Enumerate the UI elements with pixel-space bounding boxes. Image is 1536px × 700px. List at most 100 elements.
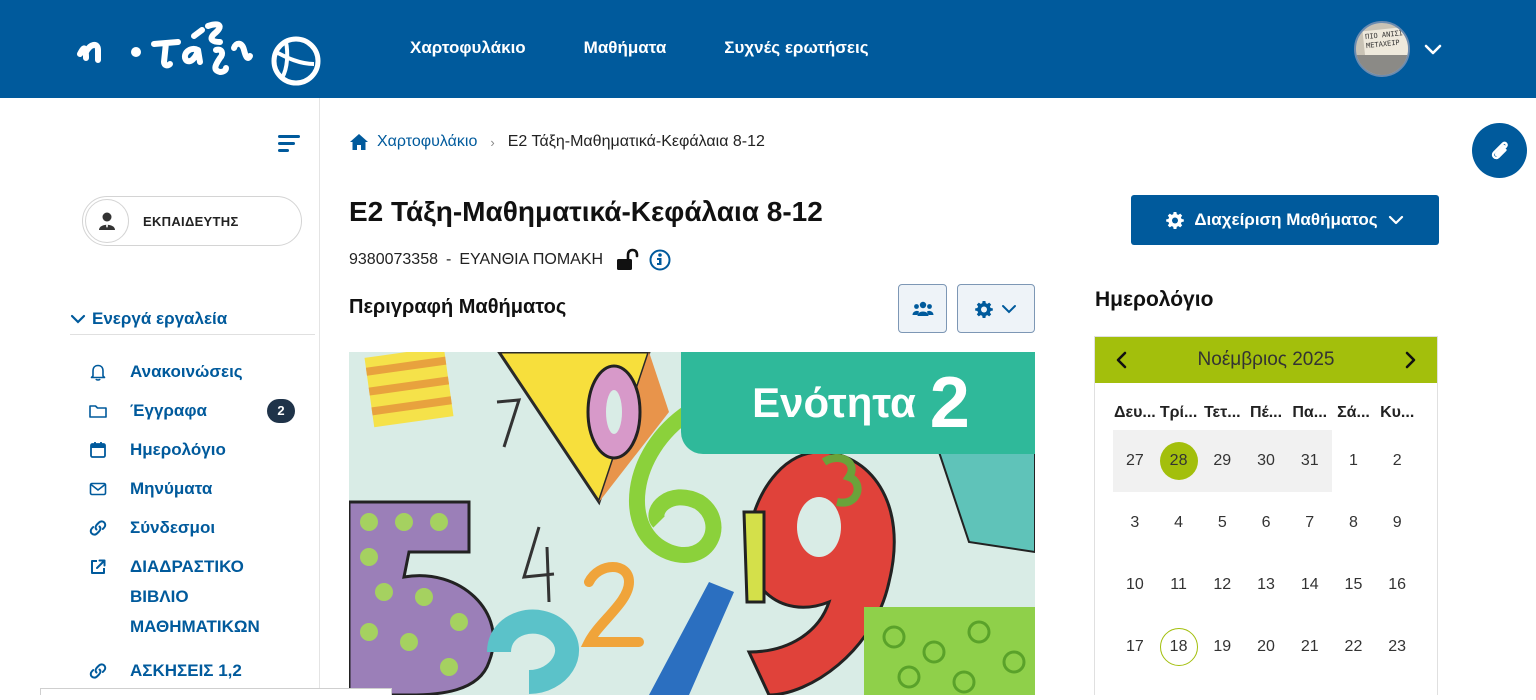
decor-green-block: [864, 607, 1035, 695]
nav-courses[interactable]: Μαθήματα: [584, 38, 667, 58]
calendar-day-number: 14: [1300, 576, 1319, 593]
calendar-day[interactable]: 16: [1375, 554, 1419, 616]
gear-icon: [1166, 212, 1185, 229]
calendar-day[interactable]: 22: [1332, 616, 1376, 678]
calendar-day[interactable]: 7: [1288, 492, 1332, 554]
calendar-day[interactable]: 29: [1200, 430, 1245, 492]
calendar-day[interactable]: 11: [1157, 554, 1201, 616]
calendar-day[interactable]: 17: [1113, 616, 1157, 678]
calendar-day-number: 8: [1349, 514, 1358, 531]
calendar-day[interactable]: 31: [1287, 430, 1332, 492]
calendar-day-number: 22: [1344, 638, 1363, 655]
calendar-grid: 27 28 29 30 31 1 2 3 4 5 6 7 8 9 10 11 12 13 14 15 16 17 18 19 2…: [1095, 430, 1437, 678]
calendar-day[interactable]: 8: [1332, 492, 1376, 554]
eclass-logo[interactable]: [74, 12, 324, 88]
chevron-down-icon: [1388, 215, 1403, 225]
calendar-day[interactable]: 6: [1244, 492, 1288, 554]
calendar-day-number: 23: [1388, 638, 1407, 655]
left-sidebar: ΕΚΠΑΙΔΕΥΤΗΣ Ενεργά εργαλεία Ανακοινώσεις…: [0, 98, 320, 695]
chevron-right-icon: [1405, 351, 1416, 369]
folder-icon: [89, 405, 107, 418]
calendar-day[interactable]: 15: [1332, 554, 1376, 616]
next-month-button[interactable]: [1403, 351, 1417, 369]
calendar-day[interactable]: 19: [1200, 616, 1244, 678]
decor-digit-1: [742, 510, 766, 604]
calendar-day[interactable]: 20: [1244, 616, 1288, 678]
calendar-day-number: 2: [1392, 452, 1402, 469]
calendar-day[interactable]: 1: [1332, 430, 1376, 492]
calendar-day[interactable]: 13: [1244, 554, 1288, 616]
weekday-label: Σά...: [1337, 404, 1370, 421]
calendar-day[interactable]: 12: [1200, 554, 1244, 616]
calendar-day[interactable]: 14: [1288, 554, 1332, 616]
course-description-heading: Περιγραφή Μαθήματος: [349, 296, 567, 318]
tool-exercises[interactable]: ΑΣΚΗΣΕΙΣ 1,2: [88, 661, 303, 681]
tool-interactive-book[interactable]: ΔΙΑΔΡΑΣΤΙΚΟ ΒΙΒΛΙΟ ΜΑΘΗΜΑΤΙΚΩΝ: [88, 557, 303, 642]
calendar-day[interactable]: 10: [1113, 554, 1157, 616]
calendar-day[interactable]: 3: [1113, 492, 1157, 554]
calendar-title: Ημερολόγιο: [1095, 288, 1214, 311]
calendar-day[interactable]: 21: [1288, 616, 1332, 678]
menu-toggle-icon[interactable]: [278, 134, 300, 152]
weekday-label: Τετ...: [1203, 404, 1241, 421]
attachment-button[interactable]: [1472, 123, 1527, 178]
tool-label: Μηνύματα: [130, 479, 213, 498]
home-icon: [350, 134, 368, 150]
avatar[interactable]: ΠΙΟ ΑΝΙΣΙ ΜΕΤΑΧΕΙΡ: [1354, 21, 1410, 77]
calendar-day-number: 21: [1300, 638, 1319, 655]
chevron-down-icon: [70, 314, 86, 324]
users-button[interactable]: [898, 284, 947, 333]
calendar-day[interactable]: 23: [1375, 616, 1419, 678]
course-cover-image: Ενότητα 2: [349, 352, 1035, 695]
tool-label-line: ΔΙΑΔΡΑΣΤΙΚΟ: [130, 557, 244, 576]
calendar-day[interactable]: 4: [1157, 492, 1201, 554]
calendar-day[interactable]: 18: [1157, 616, 1201, 678]
role-avatar: [85, 199, 129, 243]
calendar-week-row: 3 4 5 6 7 8 9: [1113, 492, 1419, 554]
manage-course-button[interactable]: Διαχείριση Μαθήματος: [1131, 195, 1439, 245]
calendar-week-row: 10 11 12 13 14 15 16: [1113, 554, 1419, 616]
nav-faq[interactable]: Συχνές ερωτήσεις: [724, 38, 868, 58]
info-icon[interactable]: [649, 249, 671, 271]
weekday-label: Τρί...: [1159, 404, 1198, 421]
decor-digit-7: [496, 398, 522, 448]
prev-month-button[interactable]: [1115, 351, 1129, 369]
calendar-week-row: 27 28 29 30 31 1 2: [1113, 430, 1419, 492]
calendar-day-number: 4: [1174, 514, 1184, 531]
calendar-day[interactable]: 28: [1156, 430, 1201, 492]
calendar-day-number: 28: [1159, 442, 1198, 480]
calendar-day-number: 16: [1388, 576, 1407, 593]
course-code: 9380073358: [349, 251, 438, 268]
active-tools-toggle[interactable]: Ενεργά εργαλεία: [70, 303, 315, 335]
tool-documents[interactable]: Έγγραφα 2: [88, 399, 303, 423]
weekday-row: Δευ... Τρί... Τετ... Πέ... Πα... Σά... Κ…: [1095, 404, 1437, 422]
breadcrumb-home[interactable]: Χαρτοφυλάκιο: [349, 133, 477, 151]
active-tools-heading: Ενεργά εργαλεία: [92, 308, 228, 328]
calendar-day[interactable]: 9: [1375, 492, 1419, 554]
breadcrumb-separator-icon: ›: [490, 134, 495, 150]
tool-messages[interactable]: Μηνύματα: [88, 479, 303, 499]
envelope-icon: [89, 482, 107, 496]
tool-announcements[interactable]: Ανακοινώσεις: [88, 362, 303, 382]
calendar-day[interactable]: 5: [1200, 492, 1244, 554]
page-title: Ε2 Τάξη-Μαθηματικά-Κεφάλαια 8-12: [349, 196, 823, 227]
calendar-day[interactable]: 27: [1113, 430, 1157, 492]
chevron-down-icon: [1002, 304, 1016, 313]
settings-dropdown-button[interactable]: [957, 284, 1035, 333]
role-switch[interactable]: ΕΚΠΑΙΔΕΥΤΗΣ: [82, 196, 302, 246]
calendar-day-number: 27: [1125, 452, 1144, 469]
breadcrumb-current: Ε2 Τάξη-Μαθηματικά-Κεφάλαια 8-12: [507, 133, 765, 150]
nav-portfolio[interactable]: Χαρτοφυλάκιο: [410, 38, 526, 58]
tool-links[interactable]: Σύνδεσμοι: [88, 518, 303, 538]
main-nav: Χαρτοφυλάκιο Μαθήματα Συχνές ερωτήσεις: [410, 38, 869, 58]
calendar-day-number: 11: [1170, 576, 1187, 593]
tool-label: ΔΙΑΔΡΑΣΤΙΚΟ ΒΙΒΛΙΟ ΜΑΘΗΜΑΤΙΚΩΝ: [130, 552, 260, 642]
tool-calendar[interactable]: Ημερολόγιο: [88, 440, 303, 460]
breadcrumb: Χαρτοφυλάκιο › Ε2 Τάξη-Μαθηματικά-Κεφάλα…: [349, 133, 765, 151]
bottom-panel-edge: [40, 688, 392, 695]
calendar-day-number: 15: [1344, 576, 1363, 593]
calendar-day[interactable]: 30: [1244, 430, 1288, 492]
calendar-day[interactable]: 2: [1375, 430, 1419, 492]
chevron-down-icon[interactable]: [1422, 38, 1444, 60]
weekday-label: Κυ...: [1380, 404, 1415, 421]
